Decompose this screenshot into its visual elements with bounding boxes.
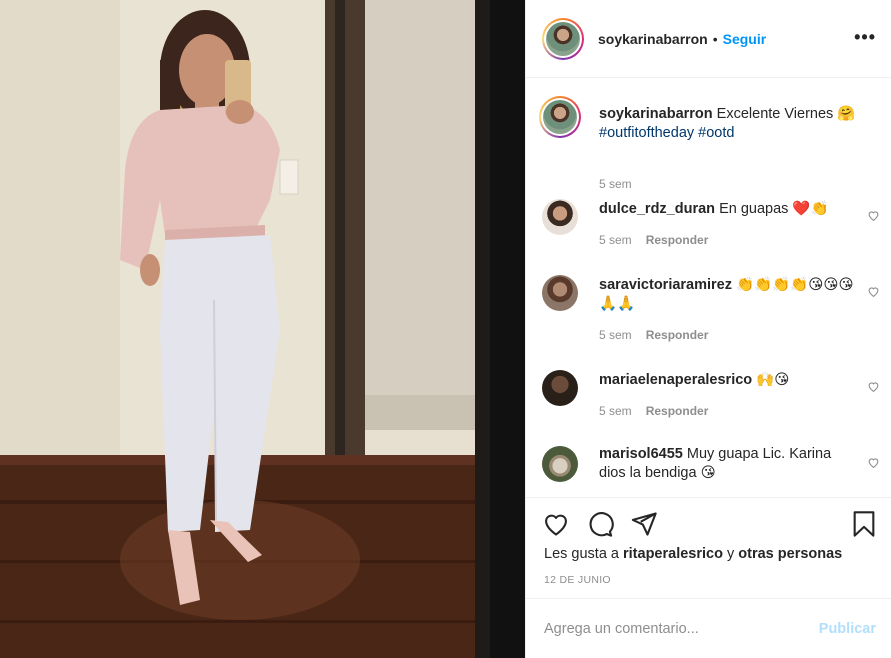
post-comment-button[interactable]: Publicar: [819, 621, 876, 637]
like-comment-heart-icon[interactable]: [867, 380, 880, 393]
comment-time[interactable]: 5 sem: [599, 404, 632, 418]
add-comment-bar: Publicar: [526, 598, 891, 658]
post-photo-illustration: [0, 0, 525, 658]
post-details-panel: soykarinabarron • Seguir ••• soykarinaba…: [525, 0, 891, 658]
share-send-icon[interactable]: [630, 510, 658, 538]
ellipsis-icon[interactable]: •••: [854, 27, 876, 48]
caption-hashtags[interactable]: #outfitoftheday #ootd: [599, 125, 734, 141]
comment-time[interactable]: 5 sem: [599, 233, 632, 247]
commenter-avatar[interactable]: [542, 370, 578, 406]
caption-time[interactable]: 5 sem: [599, 177, 632, 191]
comment-username[interactable]: mariaelenaperalesrico: [599, 372, 752, 388]
comment-text: 🙌😘: [756, 372, 790, 388]
like-comment-heart-icon[interactable]: [867, 209, 880, 222]
comment-time[interactable]: 5 sem: [599, 328, 632, 342]
commenter-avatar[interactable]: [542, 199, 578, 235]
like-comment-heart-icon[interactable]: [867, 285, 880, 298]
likes-summary: Les gusta a ritaperalesrico y otras pers…: [544, 546, 842, 562]
commenter-avatar[interactable]: [542, 446, 578, 482]
comment-bubble-icon[interactable]: [586, 510, 614, 538]
post-photo[interactable]: [0, 0, 525, 658]
comment-input[interactable]: [544, 620, 819, 637]
comment-username[interactable]: marisol6455: [599, 446, 683, 462]
like-heart-icon[interactable]: [542, 510, 570, 538]
likes-first-user[interactable]: ritaperalesrico: [623, 546, 723, 562]
comment-username[interactable]: saravictoriaramirez: [599, 277, 732, 293]
likes-others[interactable]: otras personas: [738, 546, 842, 562]
likes-joiner: y: [727, 546, 735, 562]
like-comment-heart-icon[interactable]: [867, 456, 880, 469]
post-header: soykarinabarron • Seguir •••: [526, 0, 891, 78]
comment-username[interactable]: dulce_rdz_duran: [599, 201, 715, 217]
reply-button[interactable]: Responder: [646, 328, 709, 342]
post-actions: Les gusta a ritaperalesrico y otras pers…: [526, 497, 891, 597]
likes-prefix: Les gusta a: [544, 546, 619, 562]
caption-text: Excelente Viernes 🤗: [716, 106, 856, 122]
follow-button[interactable]: Seguir: [723, 31, 767, 47]
post-date[interactable]: 12 DE JUNIO: [544, 574, 611, 586]
caption-username[interactable]: soykarinabarron: [599, 106, 713, 122]
author-username[interactable]: soykarinabarron: [598, 31, 708, 47]
reply-button[interactable]: Responder: [646, 404, 709, 418]
author-avatar[interactable]: [542, 17, 584, 60]
comments-list[interactable]: soykarinabarron Excelente Viernes 🤗 #out…: [526, 79, 891, 497]
reply-button[interactable]: Responder: [646, 233, 709, 247]
caption-avatar[interactable]: [539, 96, 581, 138]
comment-text: En guapas ❤️👏: [719, 201, 829, 217]
commenter-avatar[interactable]: [542, 275, 578, 311]
bookmark-icon[interactable]: [850, 510, 878, 538]
separator-dot: •: [712, 30, 718, 47]
